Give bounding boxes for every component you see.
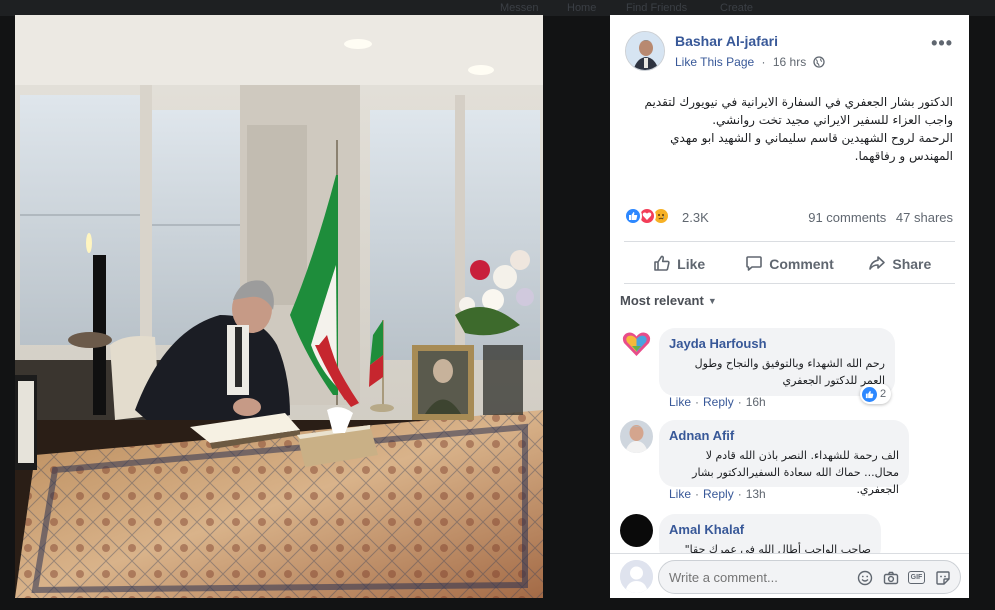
ghost-nav-item: Create <box>720 2 754 14</box>
comment-actions: Like · Reply · 16h <box>669 395 766 409</box>
share-button[interactable]: Share <box>845 247 955 281</box>
camera-icon[interactable] <box>882 569 899 586</box>
like-reaction-icon <box>624 207 642 225</box>
commenter-name[interactable]: Jayda Harfoush <box>669 336 885 351</box>
composer-tools: GIF <box>856 569 951 586</box>
like-reaction-icon <box>862 386 877 402</box>
comments-count-link[interactable]: 91 comments <box>808 210 886 225</box>
comment-text: رحم الله الشهداء وبالتوفيق والنجاح وطول … <box>694 357 885 387</box>
thumbs-up-icon <box>653 254 677 275</box>
comment-bubble: Adnan Afif الف رحمة للشهداء. النصر باذن … <box>659 420 909 496</box>
like-button[interactable]: Like <box>624 247 734 281</box>
comment-like-link[interactable]: Like <box>669 395 691 409</box>
comment-actions: Like · Reply · 13h <box>669 487 766 501</box>
commenter-avatar[interactable] <box>620 328 653 361</box>
smiley-icon[interactable] <box>856 569 873 586</box>
meta-separator: · <box>761 55 766 69</box>
comment-button[interactable]: Comment <box>734 247 844 281</box>
ghost-nav-item: Messen <box>500 2 539 14</box>
divider <box>624 283 955 284</box>
page-name-link[interactable]: Bashar Al-jafari <box>675 33 778 49</box>
comment-reactions[interactable]: 2 <box>860 384 892 404</box>
comment-item: Jayda Harfoush رحم الله الشهداء وبالتوفي… <box>620 328 955 410</box>
post-meta: Like This Page · 16 hrs <box>675 55 825 71</box>
comment-like-link[interactable]: Like <box>669 487 691 501</box>
avatar-image <box>626 32 664 70</box>
gif-icon[interactable]: GIF <box>908 571 925 584</box>
commenter-avatar[interactable] <box>620 514 653 547</box>
comment-bubble: Jayda Harfoush رحم الله الشهداء وبالتوفي… <box>659 328 895 396</box>
like-page-link[interactable]: Like This Page <box>675 55 754 69</box>
engagement-stats: 91 comments 47 shares <box>802 210 953 225</box>
comment-item: Adnan Afif الف رحمة للشهداء. النصر باذن … <box>620 420 955 505</box>
commenter-avatar[interactable] <box>620 420 653 453</box>
comment-sort-label: Most relevant <box>620 293 704 308</box>
sticker-icon[interactable] <box>934 569 951 586</box>
reactions-summary: 2.3K 91 comments 47 shares <box>624 206 953 228</box>
post-text-line: الدكتور بشار الجعفري في السفارة الايراني… <box>644 95 953 127</box>
comment-reply-link[interactable]: Reply <box>703 395 734 409</box>
comment-reply-link[interactable]: Reply <box>703 487 734 501</box>
commenter-name[interactable]: Adnan Afif <box>669 428 899 443</box>
more-options-button[interactable]: ••• <box>931 33 953 54</box>
comment-label: Comment <box>769 256 834 272</box>
ghost-nav-item: Find Friends <box>626 2 688 14</box>
comment-time[interactable]: 13h <box>746 487 766 501</box>
reaction-count[interactable]: 2.3K <box>682 210 709 225</box>
shares-count-link[interactable]: 47 shares <box>896 210 953 225</box>
share-arrow-icon <box>868 254 892 275</box>
photo-illustration <box>15 15 543 598</box>
comment-time[interactable]: 16h <box>746 395 766 409</box>
share-label: Share <box>892 256 932 272</box>
page-avatar[interactable] <box>625 31 665 71</box>
post-actions: Like Comment Share <box>624 247 955 281</box>
reaction-icons[interactable] <box>624 207 684 227</box>
post-text-line: الرحمة لروح الشهيدين قاسم سليماني و الشه… <box>670 131 953 163</box>
background-navbar: Messen Home Find Friends Create <box>0 0 995 16</box>
caret-down-icon: ▼ <box>707 296 717 306</box>
post-timestamp[interactable]: 16 hrs <box>773 55 806 69</box>
like-label: Like <box>677 256 706 272</box>
commenter-name[interactable]: Amal Khalaf <box>669 522 871 537</box>
comment-reaction-count: 2 <box>880 388 887 400</box>
globe-icon <box>812 56 825 71</box>
speech-bubble-icon <box>745 254 769 275</box>
post-panel: Bashar Al-jafari Like This Page · 16 hrs… <box>610 15 969 598</box>
comment-sort-dropdown[interactable]: Most relevant ▼ <box>620 293 717 308</box>
comment-item: Amal Khalaf صاحب الواجب أطال الله في عمر… <box>620 514 955 573</box>
divider <box>624 241 955 242</box>
post-header: Bashar Al-jafari Like This Page · 16 hrs… <box>625 31 959 73</box>
post-photo[interactable] <box>15 15 543 598</box>
current-user-avatar <box>620 560 653 593</box>
post-body-text: الدكتور بشار الجعفري في السفارة الايراني… <box>626 93 953 165</box>
ghost-nav-item: Home <box>567 2 597 14</box>
comment-composer: GIF <box>610 553 969 598</box>
